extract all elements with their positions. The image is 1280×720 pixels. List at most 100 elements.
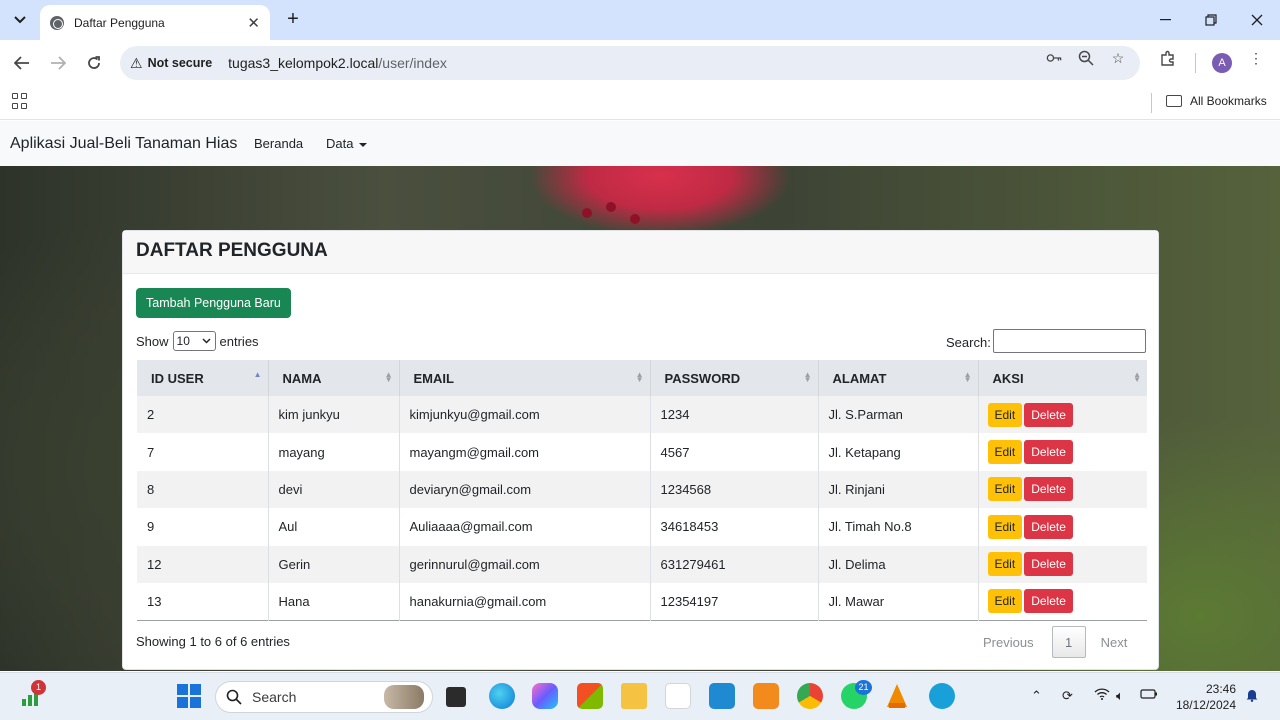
column-header-id-user[interactable]: ID USER ▲ [137, 360, 268, 396]
battery-icon[interactable] [1140, 688, 1158, 703]
nav-link-beranda[interactable]: Beranda [254, 136, 303, 151]
bookmarks-divider [1151, 93, 1152, 113]
column-header-email[interactable]: EMAIL ▲ ▼ [398, 360, 650, 396]
zoom-icon[interactable] [1078, 50, 1094, 66]
close-window-button[interactable] [1234, 0, 1280, 40]
user-list-card: DAFTAR PENGGUNA Tambah Pengguna Baru Sho… [122, 230, 1159, 670]
search-highlight-elephant-icon [384, 685, 424, 709]
chrome-icon[interactable] [797, 683, 823, 709]
widgets-badge: 1 [31, 680, 46, 695]
browser-tab[interactable]: Daftar Pengguna ✕ [40, 5, 270, 40]
clock-date: 18/12/2024 [1175, 698, 1236, 712]
bookmark-star-icon[interactable]: ☆ [1110, 50, 1126, 66]
app-orange-icon[interactable] [753, 683, 779, 709]
copilot-icon[interactable] [532, 683, 558, 709]
app-blue-icon[interactable] [929, 683, 955, 709]
cell-nama: mayang [267, 433, 399, 471]
delete-button[interactable]: Delete [1024, 589, 1073, 614]
cell-password: 12354197 [649, 582, 818, 621]
delete-button[interactable]: Delete [1024, 477, 1073, 502]
cell-aksi: Edit Delete [977, 396, 1147, 434]
reload-icon[interactable] [82, 51, 106, 75]
back-arrow-icon[interactable] [10, 51, 34, 75]
flower-stamen [606, 202, 616, 212]
edge-browser-icon[interactable] [489, 683, 515, 709]
new-tab-button[interactable]: + [282, 8, 304, 32]
column-header-nama[interactable]: NAMA ▲ ▼ [267, 360, 399, 396]
folder-icon [1166, 95, 1182, 107]
edit-button[interactable]: Edit [987, 477, 1023, 502]
amazon-icon[interactable] [665, 683, 691, 709]
pagination-next[interactable]: Next [1101, 635, 1128, 650]
warning-triangle-icon[interactable]: ⚠ [130, 55, 143, 72]
address-bar[interactable]: ⚠ Not secure tugas3_kelompok2.local/user… [120, 46, 1140, 80]
column-header-aksi[interactable]: AKSI ▲ ▼ [977, 360, 1147, 396]
edit-button[interactable]: Edit [987, 514, 1023, 539]
cell-nama: Hana [267, 582, 399, 621]
edit-button[interactable]: Edit [987, 589, 1023, 614]
cell-aksi: Edit Delete [977, 433, 1147, 471]
edit-button[interactable]: Edit [987, 552, 1023, 577]
file-explorer-icon[interactable] [621, 683, 647, 709]
windows-start-icon[interactable] [176, 683, 202, 709]
sort-icon: ▲ ▼ [1133, 370, 1141, 384]
bookmarks-bar: All Bookmarks [0, 86, 1280, 120]
apps-grid-icon[interactable] [12, 93, 28, 109]
tab-search-chevron-icon[interactable] [8, 8, 32, 32]
column-header-label: PASSWORD [664, 370, 741, 386]
entries-select-value: 10 [176, 334, 190, 348]
delete-button[interactable]: Delete [1024, 514, 1073, 539]
add-user-button[interactable]: Tambah Pengguna Baru [136, 288, 291, 318]
table-row: 13 Hana hanakurnia@gmail.com 12354197 Jl… [137, 582, 1147, 621]
all-bookmarks-button[interactable]: All Bookmarks [1166, 94, 1267, 108]
pagination-previous[interactable]: Previous [983, 635, 1034, 650]
column-header-label: AKSI [992, 370, 1024, 386]
cell-password: 631279461 [649, 545, 818, 583]
profile-avatar[interactable]: A [1212, 53, 1232, 73]
edit-button[interactable]: Edit [987, 440, 1023, 465]
nav-dropdown-data[interactable]: Data [326, 136, 368, 151]
delete-button[interactable]: Delete [1024, 552, 1073, 577]
task-view-icon[interactable] [446, 687, 466, 707]
search-input[interactable] [993, 329, 1146, 353]
extensions-puzzle-icon[interactable] [1160, 50, 1176, 66]
volume-icon[interactable]: 🔈︎ [1116, 688, 1124, 704]
column-header-label: NAMA [282, 370, 322, 386]
edit-button[interactable]: Edit [987, 402, 1023, 427]
cell-alamat: Jl. Delima [817, 545, 978, 583]
tray-overflow-chevron-icon[interactable]: ⌃ [1031, 688, 1042, 704]
tab-close-icon[interactable]: ✕ [247, 14, 260, 32]
site-brand[interactable]: Aplikasi Jual-Beli Tanaman Hias [10, 135, 237, 153]
key-icon[interactable] [1046, 50, 1062, 66]
clock-time: 23:46 [1205, 682, 1236, 696]
all-bookmarks-label: All Bookmarks [1190, 94, 1267, 108]
entries-select[interactable]: 10 [172, 331, 216, 351]
wifi-icon[interactable] [1094, 688, 1110, 703]
forward-arrow-icon[interactable] [46, 51, 70, 75]
not-secure-label[interactable]: Not secure [148, 56, 213, 70]
notification-bell-icon[interactable] [1245, 688, 1259, 705]
cell-id: 7 [137, 433, 268, 471]
vlc-icon[interactable] [885, 683, 909, 709]
column-header-label: ALAMAT [832, 370, 887, 386]
system-clock[interactable]: 23:46 18/12/2024 [1170, 681, 1236, 713]
search-label: Search: [946, 335, 991, 350]
table-row: 9 Aul Auliaaaa@gmail.com 34618453 Jl. Ti… [137, 508, 1147, 546]
taskbar-search-placeholder: Search [252, 689, 297, 705]
column-header-alamat[interactable]: ALAMAT ▲ ▼ [817, 360, 978, 396]
delete-button[interactable]: Delete [1024, 402, 1073, 427]
minimize-button[interactable] [1142, 0, 1188, 40]
vscode-icon[interactable] [709, 683, 735, 709]
microsoft-store-icon[interactable] [577, 683, 603, 709]
sort-icon: ▲ ▼ [963, 370, 972, 384]
entries-label: entries [219, 333, 259, 349]
menu-kebab-icon[interactable]: ⋮ [1248, 50, 1264, 66]
column-header-password[interactable]: PASSWORD ▲ ▼ [649, 360, 818, 396]
cell-id: 2 [137, 396, 268, 434]
pagination-page-1[interactable]: 1 [1051, 626, 1086, 658]
delete-button[interactable]: Delete [1024, 440, 1073, 465]
restore-button[interactable] [1188, 0, 1234, 40]
cell-password: 34618453 [649, 508, 818, 546]
taskbar-search[interactable]: Search [215, 681, 433, 713]
sync-icon[interactable]: ⟳ [1062, 688, 1073, 704]
